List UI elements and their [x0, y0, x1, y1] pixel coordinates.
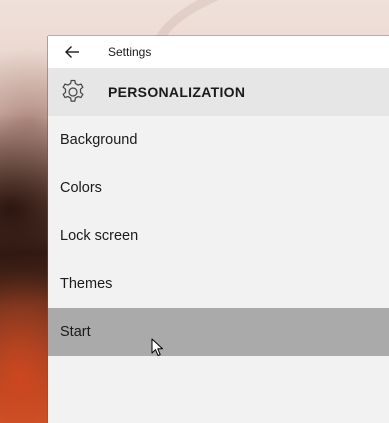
gear-icon [59, 78, 87, 106]
back-button[interactable] [62, 42, 84, 62]
nav-item-themes[interactable]: Themes [48, 260, 389, 308]
window-title: Settings [108, 45, 152, 59]
nav-item-start[interactable]: Start [48, 308, 389, 356]
title-bar: Settings [48, 36, 389, 68]
nav-item-colors[interactable]: Colors [48, 164, 389, 212]
page-header: PERSONALIZATION [48, 68, 389, 116]
mouse-pointer-icon [151, 338, 165, 358]
back-arrow-icon [65, 46, 79, 58]
nav-list: Background Colors Lock screen Themes Sta… [48, 116, 389, 356]
page-title: PERSONALIZATION [108, 84, 246, 100]
nav-item-lock-screen[interactable]: Lock screen [48, 212, 389, 260]
nav-item-background[interactable]: Background [48, 116, 389, 164]
settings-window: Settings PERSONALIZATION Background Colo… [48, 36, 389, 423]
